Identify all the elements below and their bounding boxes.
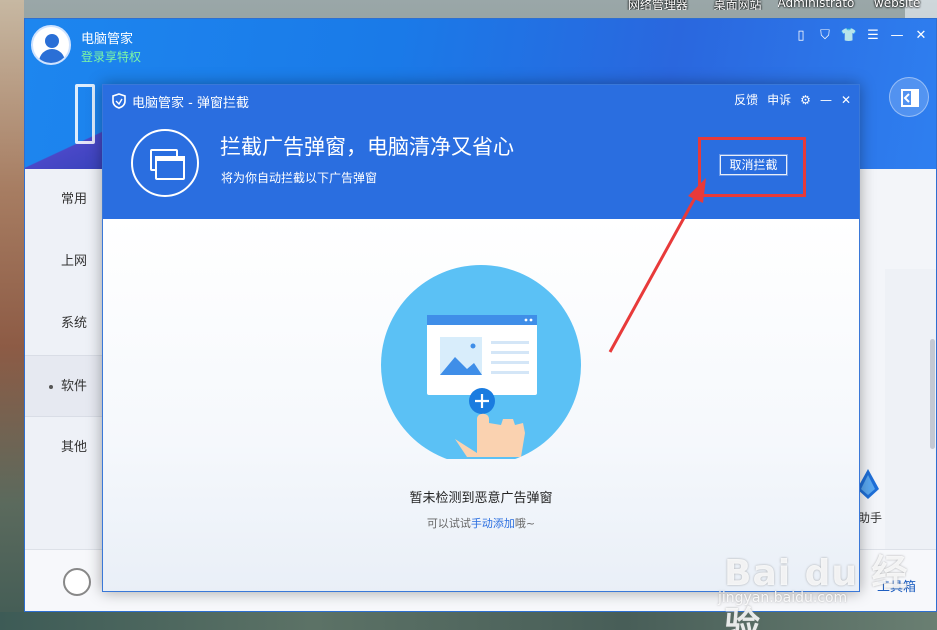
desktop-icon-label[interactable]: Administrato r (778, 0, 858, 10)
scrollbar[interactable] (930, 339, 935, 449)
shield-logo-icon (112, 93, 126, 109)
feedback-link[interactable]: 反馈 (734, 91, 758, 108)
dialog-title: 电脑管家 - 弹窗拦截 (132, 96, 249, 111)
minimize-icon[interactable]: — (820, 93, 832, 107)
dialog-actions: 反馈 申诉 ⚙ — ✕ (734, 91, 851, 108)
nav-item-label: 软件 (61, 379, 88, 394)
active-dot-icon (49, 385, 53, 389)
login-link[interactable]: 登录享特权 (81, 48, 141, 65)
hint-prefix: 可以试试 (426, 517, 471, 530)
exit-button[interactable] (889, 77, 929, 117)
exit-icon (901, 89, 919, 107)
wallpaper-building-left (0, 0, 24, 630)
window-titlebar-shape (155, 156, 185, 161)
settings-gear-icon[interactable]: ⚙ (800, 93, 811, 107)
watermark-url: jingyan.baidu.com (718, 590, 848, 606)
annotation-highlight-box (698, 137, 806, 197)
empty-illustration (381, 265, 581, 459)
bottom-avatar-icon[interactable] (63, 568, 91, 596)
header-title: 拦截广告弹窗，电脑清净又省心 (220, 135, 514, 159)
menu-icon[interactable]: ☰ (864, 27, 882, 45)
app-name: 电脑管家 (81, 32, 134, 47)
nav-item-system[interactable]: 系统 (25, 293, 105, 355)
hint-text: 可以试试手动添加哦~ (103, 515, 859, 531)
nav-item-common[interactable]: 常用 (25, 169, 105, 231)
phone-icon[interactable]: ▯ (792, 27, 810, 45)
nav-item-other[interactable]: 其他 (25, 417, 105, 479)
avatar-head-shape (45, 34, 59, 48)
close-icon[interactable]: ✕ (912, 27, 930, 45)
empty-state-text: 暂未检测到恶意广告弹窗 (409, 491, 553, 506)
baidu-watermark: Bai du 经验 jingyan.baidu.com (700, 530, 937, 630)
shirt-icon[interactable]: 👕 (840, 27, 858, 45)
avatar-body-shape (39, 49, 65, 63)
side-nav: 常用 上网 系统 软件 其他 (25, 169, 105, 549)
nav-item-label: 上网 (61, 254, 88, 269)
minimize-icon[interactable]: — (888, 27, 906, 45)
nav-item-label: 其他 (61, 440, 88, 455)
nav-item-label: 常用 (61, 192, 88, 207)
desktop-icon-labels: 网络管理器 桌面网站 Administrato r website (618, 0, 937, 10)
header-decoration-frame (75, 84, 95, 144)
illustration-window-bar (427, 315, 537, 325)
shield-icon[interactable]: ⛉ (816, 27, 834, 45)
user-avatar[interactable] (31, 25, 71, 65)
nav-item-software[interactable]: 软件 (25, 355, 105, 417)
nav-item-label: 系统 (61, 316, 88, 331)
desktop-icon-label[interactable]: 网络管理器 (618, 0, 698, 10)
helper-label[interactable]: 助手 (858, 509, 882, 526)
desktop-icon-label[interactable]: website (857, 0, 937, 10)
manual-add-link[interactable]: 手动添加 (471, 517, 515, 530)
hint-suffix: 哦~ (514, 517, 536, 530)
popup-windows-icon (131, 129, 199, 197)
main-window-controls: ▯ ⛉ 👕 ☰ — ✕ (792, 27, 930, 45)
close-icon[interactable]: ✕ (841, 93, 851, 107)
desktop-icon-label[interactable]: 桌面网站 (698, 0, 778, 10)
appeal-link[interactable]: 申诉 (767, 91, 791, 108)
watermark-logo-text: Bai du 经验 (724, 553, 909, 630)
nav-item-internet[interactable]: 上网 (25, 231, 105, 293)
header-subtitle: 将为你自动拦截以下广告弹窗 (221, 171, 378, 185)
